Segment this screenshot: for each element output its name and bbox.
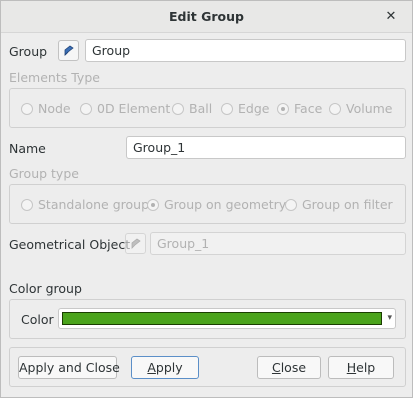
radio-group-on-filter-label: Group on filter <box>302 197 393 212</box>
selection-arrow-icon <box>64 45 74 56</box>
apply-button[interactable]: Apply <box>131 356 199 379</box>
radio-standalone-group-indicator <box>21 198 33 211</box>
radio-ball[interactable]: Ball <box>172 101 212 116</box>
radio-ball-indicator <box>172 102 184 115</box>
chevron-down-icon: ▾ <box>387 313 392 323</box>
help-button[interactable]: Help <box>328 356 394 379</box>
radio-ball-label: Ball <box>189 101 213 116</box>
close-icon[interactable]: ✕ <box>380 1 402 32</box>
dialog-title: Edit Group <box>169 9 244 24</box>
radio-face-indicator <box>277 102 289 115</box>
close-mnemonic: C <box>271 360 281 375</box>
radio-volume-indicator <box>329 102 341 115</box>
radio-node-indicator <box>21 102 33 115</box>
geometrical-object-select-button[interactable] <box>125 233 146 254</box>
close-label: lose <box>280 360 307 375</box>
help-label: elp <box>356 360 376 375</box>
radio-edge[interactable]: Edge <box>221 101 269 116</box>
help-mnemonic: H <box>346 360 357 375</box>
radio-volume[interactable]: Volume <box>329 101 393 116</box>
close-button[interactable]: Close <box>257 356 321 379</box>
radio-face[interactable]: Face <box>277 101 322 116</box>
name-field[interactable]: Group_1 <box>126 136 406 159</box>
group-label: Group <box>9 44 48 59</box>
radio-group-on-geometry-label: Group on geometry <box>164 197 287 212</box>
radio-0d-element-label: 0D Element <box>97 101 171 116</box>
color-swatch <box>62 312 382 325</box>
radio-group-on-geometry[interactable]: Group on geometry <box>147 197 286 212</box>
apply-mnemonic: A <box>147 360 156 375</box>
group-type-title: Group type <box>9 166 79 181</box>
radio-standalone-group[interactable]: Standalone group <box>21 197 149 212</box>
radio-group-on-filter-indicator <box>285 198 297 211</box>
color-label: Color <box>21 312 54 327</box>
radio-node[interactable]: Node <box>21 101 71 116</box>
radio-node-label: Node <box>38 101 71 116</box>
radio-standalone-group-label: Standalone group <box>38 197 150 212</box>
radio-edge-label: Edge <box>238 101 270 116</box>
radio-group-on-geometry-indicator <box>147 198 159 211</box>
group-select-button[interactable] <box>58 40 79 61</box>
radio-face-label: Face <box>294 101 323 116</box>
selection-arrow-icon <box>131 238 141 249</box>
geometrical-object-field[interactable]: Group_1 <box>150 232 406 255</box>
color-group-title: Color group <box>9 281 82 296</box>
elements-type-title: Elements Type <box>9 70 100 85</box>
radio-0d-element-indicator <box>80 102 92 115</box>
apply-label: pply <box>155 360 183 375</box>
name-label: Name <box>9 141 46 156</box>
radio-edge-indicator <box>221 102 233 115</box>
color-picker[interactable]: ▾ <box>58 308 396 329</box>
group-name-field[interactable]: Group <box>85 39 406 62</box>
title-bar: Edit Group ✕ <box>1 1 412 33</box>
radio-volume-label: Volume <box>346 101 393 116</box>
radio-0d-element[interactable]: 0D Element <box>80 101 170 116</box>
geometrical-object-label: Geometrical Object <box>9 237 131 252</box>
apply-and-close-button[interactable]: Apply and Close <box>18 356 120 379</box>
radio-group-on-filter[interactable]: Group on filter <box>285 197 393 212</box>
edit-group-dialog: Edit Group ✕ Group Group Elements Type N… <box>0 0 413 398</box>
